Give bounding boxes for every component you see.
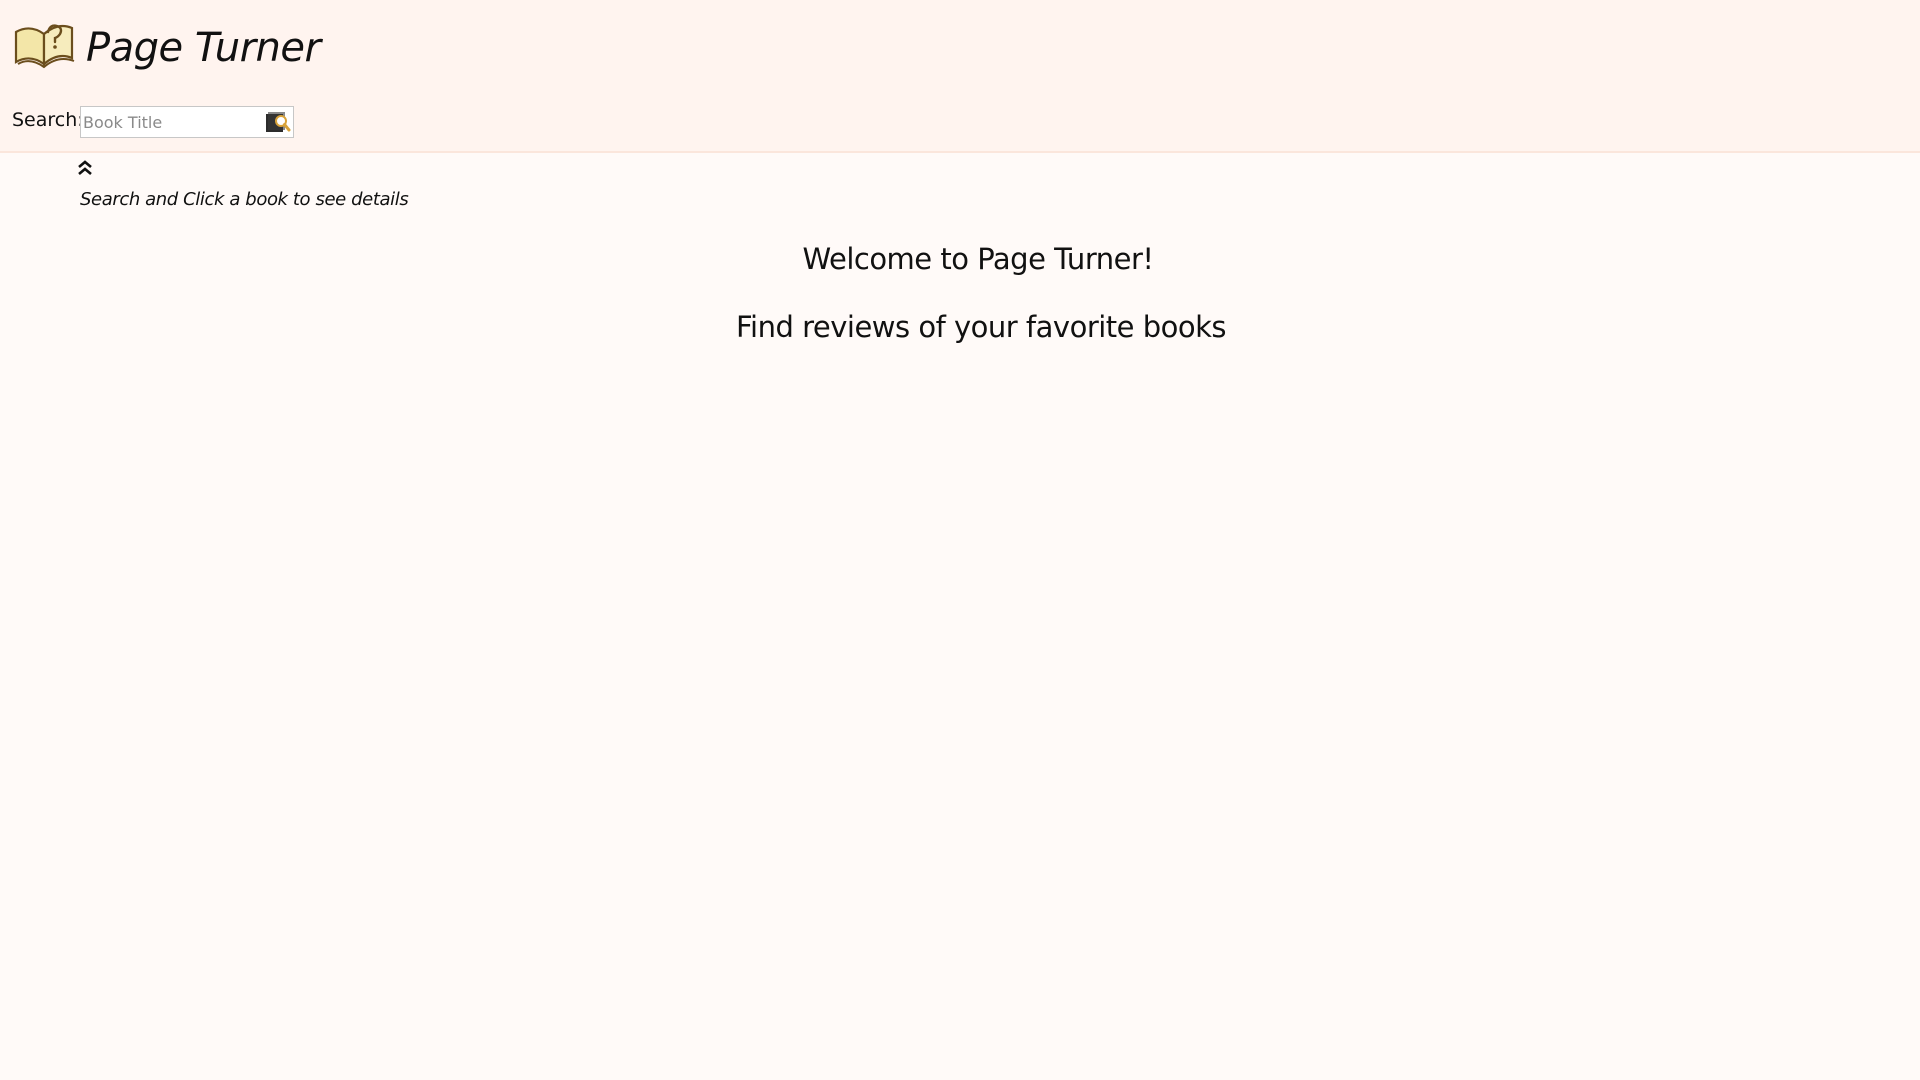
site-header: Page Turner Search: <box>0 0 1920 153</box>
search-book-icon <box>266 112 291 132</box>
search-input[interactable] <box>81 107 259 137</box>
search-hint: Search and Click a book to see details <box>80 189 409 210</box>
open-book-question-icon[interactable] <box>12 18 76 70</box>
search-button[interactable] <box>265 110 291 134</box>
tagline: Find reviews of your favorite books <box>735 310 1227 344</box>
welcome-heading: Welcome to Page Turner! <box>802 242 1155 276</box>
search-label: Search: <box>12 109 84 131</box>
double-chevron-up-icon[interactable] <box>77 159 93 177</box>
site-title: Page Turner <box>86 25 321 71</box>
search-box <box>80 106 294 138</box>
